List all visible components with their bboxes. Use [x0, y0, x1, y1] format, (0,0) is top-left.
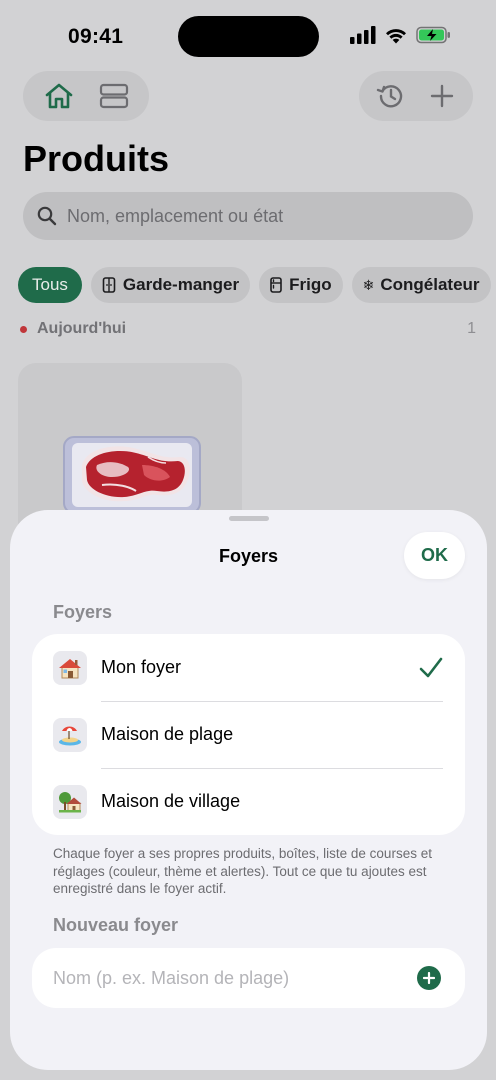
filter-chip-label: Congélateur [380, 275, 480, 294]
snowflake-icon: ❄ [362, 276, 375, 293]
households-group-label: Foyers [53, 602, 113, 622]
filter-chips: Tous Garde-manger Frigo ❄ Congélateur [18, 267, 491, 303]
sheet-grabber[interactable] [229, 516, 269, 521]
dynamic-island [178, 16, 319, 57]
home-button[interactable] [39, 76, 79, 116]
household-row-mon-foyer[interactable]: Mon foyer [32, 634, 465, 701]
house-emoji-icon [53, 650, 87, 685]
filter-chip-label: Frigo [289, 275, 332, 294]
history-button[interactable] [371, 76, 411, 116]
ok-button[interactable]: OK [404, 532, 465, 579]
section-count: 1 [467, 320, 476, 337]
household-row-maison-de-village[interactable]: Maison de village [32, 768, 465, 835]
new-household-field [32, 948, 465, 1008]
filter-chip-all[interactable]: Tous [18, 267, 82, 303]
household-name: Maison de village [101, 791, 241, 811]
history-icon [376, 85, 402, 108]
checkmark-icon [419, 657, 443, 677]
rows-icon [99, 83, 128, 109]
wifi-icon [386, 29, 406, 44]
beach-emoji-icon [53, 717, 87, 752]
fridge-icon [270, 277, 282, 293]
section-label: Aujourd'hui [37, 320, 127, 337]
new-household-input[interactable] [53, 967, 393, 989]
cabinet-icon [102, 277, 116, 293]
battery-charging-icon [416, 26, 450, 44]
today-dot [20, 325, 27, 333]
steak-image [63, 436, 201, 514]
add-product-button[interactable] [422, 76, 462, 116]
new-household-label: Nouveau foyer [53, 915, 179, 935]
status-time: 09:41 [68, 25, 124, 48]
add-household-button[interactable] [417, 966, 441, 990]
household-name: Maison de plage [101, 724, 234, 744]
home-icon [45, 83, 72, 109]
status-bar: 09:41 [0, 0, 496, 70]
house-garden-emoji-icon [53, 784, 87, 819]
search-icon [37, 206, 57, 226]
filter-chip-label: Tous [32, 275, 68, 294]
search-placeholder: Nom, emplacement ou état [67, 205, 284, 226]
filter-chip-pantry[interactable]: Garde-manger [90, 267, 251, 303]
status-icons [350, 26, 452, 44]
households-sheet: Foyers OK Foyers Mon foyer Maison de pla… [10, 510, 487, 1070]
cellular-signal-icon [350, 26, 376, 44]
filter-chip-freezer[interactable]: ❄ Congélateur [351, 267, 491, 303]
search-bar[interactable]: Nom, emplacement ou état [23, 192, 473, 240]
section-header-today: Aujourd'hui 1 [20, 320, 476, 338]
households-footnote: Chaque foyer a ses propres produits, boî… [53, 846, 432, 896]
page-title: Produits [23, 138, 170, 179]
view-switcher [23, 71, 149, 121]
plus-icon [423, 972, 435, 984]
boxes-view-button[interactable] [94, 76, 134, 116]
toolbar-actions [359, 71, 473, 121]
filter-chip-label: Garde-manger [122, 275, 240, 294]
plus-icon [430, 84, 453, 108]
household-row-maison-de-plage[interactable]: Maison de plage [32, 701, 465, 768]
filter-chip-fridge[interactable]: Frigo [259, 267, 343, 303]
households-list: Mon foyer Maison de plage Maison de vill… [32, 634, 465, 835]
household-name: Mon foyer [101, 657, 182, 677]
